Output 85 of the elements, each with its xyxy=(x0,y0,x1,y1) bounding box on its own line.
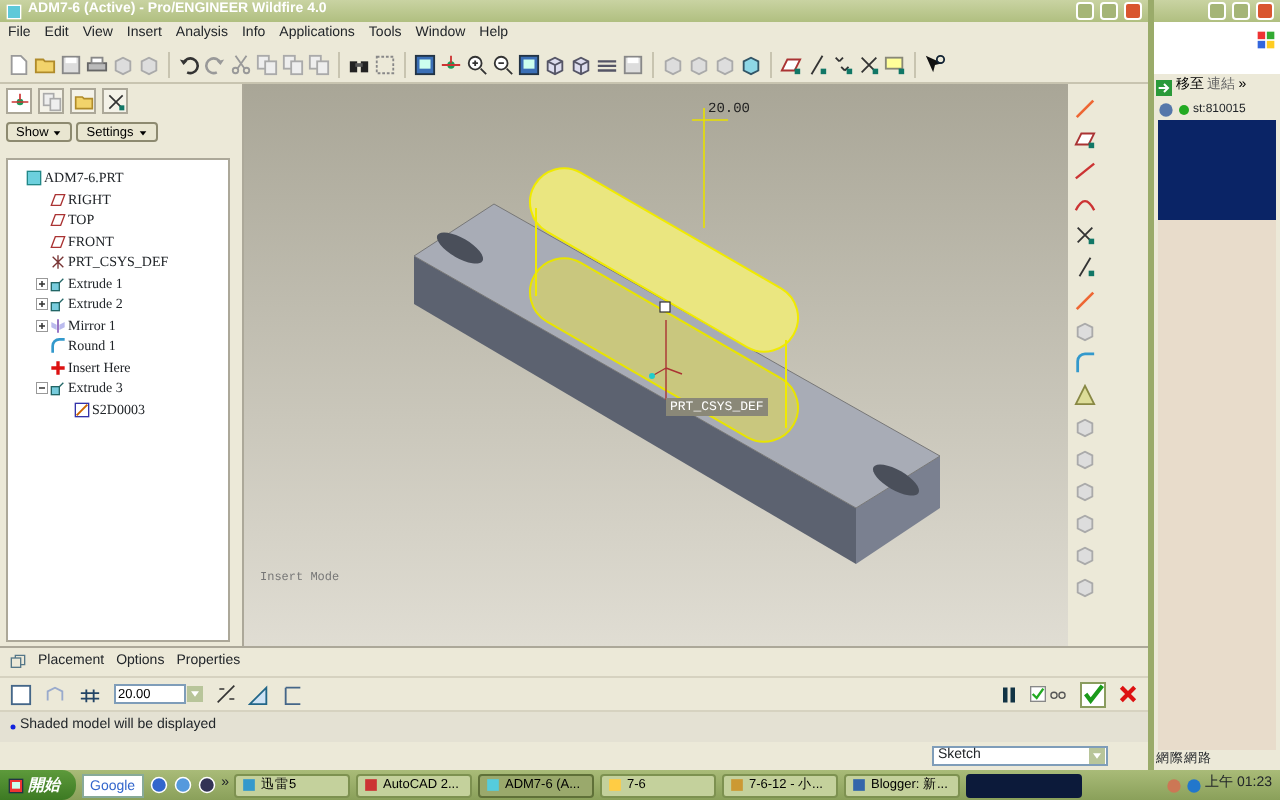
save-icon[interactable] xyxy=(60,53,82,75)
datum-axis-icon[interactable] xyxy=(806,53,828,75)
folder-browser-tab[interactable] xyxy=(38,88,64,114)
undo-icon[interactable] xyxy=(178,53,200,75)
part-icon xyxy=(26,170,42,187)
back-icon[interactable] xyxy=(1158,102,1174,118)
csys-icon xyxy=(649,319,683,401)
check-icon xyxy=(1083,684,1103,704)
csys-icon xyxy=(50,254,66,271)
maximize-button[interactable] xyxy=(1100,2,1118,20)
csys-tool-icon[interactable] xyxy=(1074,224,1096,246)
cut-icon[interactable] xyxy=(230,53,252,75)
app-icon xyxy=(486,778,501,792)
bullet-icon xyxy=(10,724,16,730)
app-icon xyxy=(852,778,867,792)
datum-point-icon[interactable] xyxy=(832,53,854,75)
spin-center-icon[interactable] xyxy=(440,53,462,75)
arrow-icon xyxy=(1156,79,1172,95)
expand-icon[interactable] xyxy=(36,277,48,290)
volume-icon[interactable] xyxy=(1185,777,1202,793)
repaint-icon[interactable] xyxy=(414,53,436,75)
thicken-icon[interactable] xyxy=(282,683,304,705)
extrude-preview-drawing[interactable] xyxy=(529,167,799,443)
insert-arrow-icon xyxy=(50,359,66,376)
extrude-icon xyxy=(50,275,66,292)
csys-icon[interactable] xyxy=(858,53,880,75)
app-icon xyxy=(364,778,379,792)
dark-panel xyxy=(1158,120,1276,220)
mirror-icon xyxy=(50,317,66,334)
extrude-icon xyxy=(50,380,66,397)
shading-icon[interactable] xyxy=(740,53,762,75)
ie-icon[interactable] xyxy=(149,776,168,794)
view-icon[interactable] xyxy=(570,53,592,75)
connections-tab[interactable] xyxy=(102,88,128,114)
flip-direction-icon[interactable] xyxy=(216,684,236,704)
expand-icon[interactable] xyxy=(36,298,48,311)
sketch-icon xyxy=(74,401,90,418)
zoom-out-icon[interactable] xyxy=(492,53,514,75)
pause-icon[interactable] xyxy=(1000,685,1018,703)
app-icon xyxy=(608,778,623,792)
media-icon[interactable] xyxy=(197,776,216,794)
print-icon[interactable] xyxy=(86,53,108,75)
minimize-button[interactable] xyxy=(1076,2,1094,20)
app-icon xyxy=(242,778,257,792)
axis-tool-icon[interactable] xyxy=(1074,256,1096,278)
open-icon[interactable] xyxy=(34,53,56,75)
line-tool-icon[interactable] xyxy=(1074,160,1096,182)
round-icon xyxy=(50,338,66,355)
orient-icon[interactable] xyxy=(544,53,566,75)
sketch-tool-icon[interactable] xyxy=(1074,96,1096,118)
solid-icon[interactable] xyxy=(10,683,32,705)
datum-plane-icon[interactable] xyxy=(780,53,802,75)
caret-icon xyxy=(52,127,63,137)
checked-checkbox-icon[interactable] xyxy=(1030,686,1046,702)
annotation-icon[interactable] xyxy=(884,53,906,75)
model-tree-tab[interactable] xyxy=(6,88,32,114)
round-tool-icon[interactable] xyxy=(1074,352,1096,374)
app-icon xyxy=(730,778,745,792)
cancel-icon[interactable] xyxy=(1118,684,1138,704)
plane-tool-icon[interactable] xyxy=(1074,128,1096,150)
extrude-icon xyxy=(50,296,66,313)
close-button[interactable] xyxy=(1124,2,1142,20)
draft-icon[interactable] xyxy=(1074,384,1096,406)
close-button[interactable] xyxy=(1256,2,1274,20)
view-manager-icon[interactable] xyxy=(622,53,644,75)
caret-icon xyxy=(137,127,148,137)
placement-icon xyxy=(10,654,26,670)
maximize-button[interactable] xyxy=(1232,2,1250,20)
flag-logo-icon xyxy=(1256,30,1277,50)
sketcher-icon[interactable] xyxy=(1074,288,1096,310)
media-player-bar[interactable] xyxy=(966,773,1083,797)
expand-icon[interactable] xyxy=(36,319,48,332)
new-file-icon[interactable] xyxy=(8,53,30,75)
status-dot-icon xyxy=(1177,104,1190,116)
confirm-button[interactable] xyxy=(1080,681,1106,707)
glasses-icon xyxy=(1048,686,1068,702)
zoom-in-icon[interactable] xyxy=(466,53,488,75)
drag-handle[interactable] xyxy=(659,301,671,313)
minimize-button[interactable] xyxy=(1208,2,1226,20)
collapse-icon[interactable] xyxy=(36,382,48,395)
start-button[interactable]: 開始 xyxy=(0,770,76,800)
help-icon[interactable] xyxy=(924,53,946,75)
refit-icon[interactable] xyxy=(518,53,540,75)
remove-material-icon[interactable] xyxy=(248,683,270,705)
app-icon xyxy=(6,3,22,19)
